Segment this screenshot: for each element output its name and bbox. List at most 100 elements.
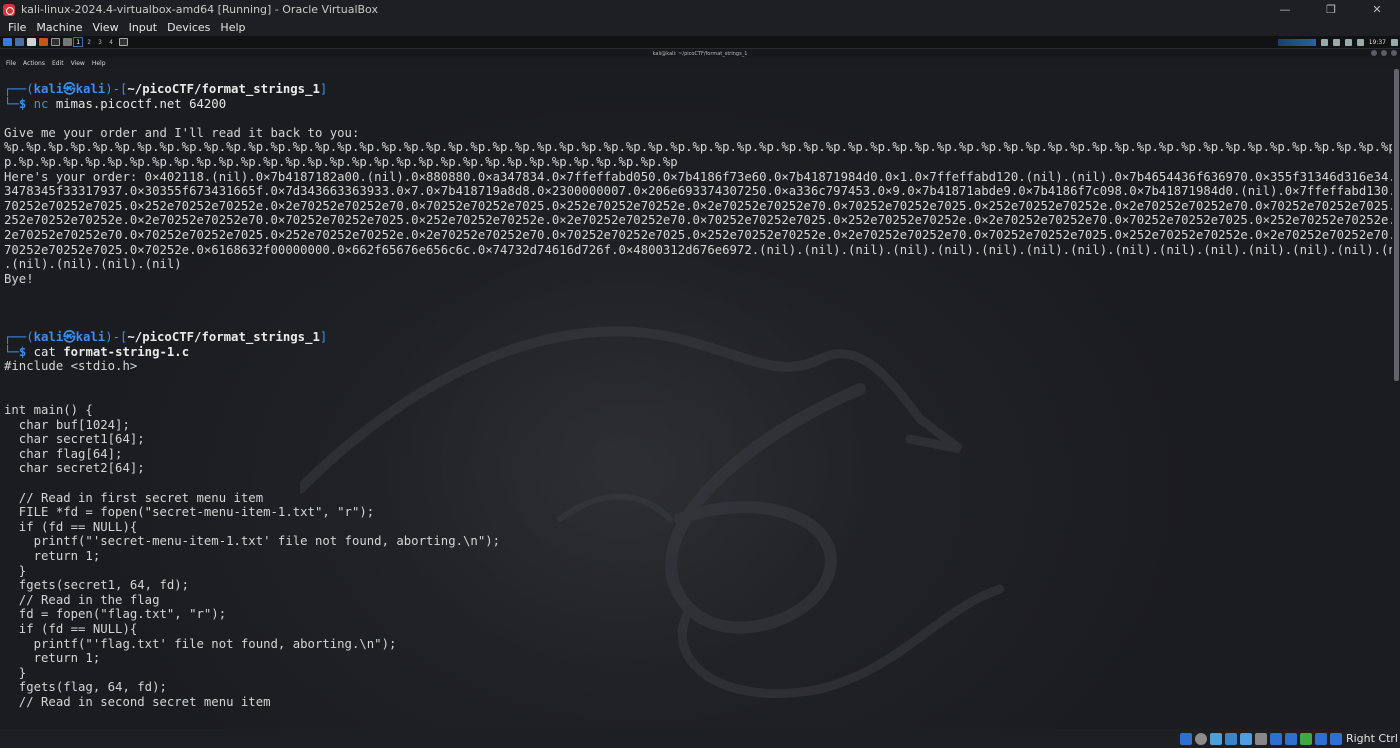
close-icon[interactable]: ✕ (1354, 0, 1400, 19)
file-manager-icon[interactable] (27, 38, 36, 46)
output-line: Bye! (4, 271, 34, 286)
status-icons (1179, 732, 1342, 745)
terminal-window-controls (1371, 50, 1397, 56)
terminal-menu-help[interactable]: Help (92, 60, 106, 67)
source-line: fgets(secret1, 64, fd); (4, 578, 190, 593)
source-line: } (4, 665, 27, 680)
panel-clock[interactable]: 19:37 (1369, 39, 1386, 46)
panel-dropdown-icon[interactable] (63, 38, 72, 46)
taskbar-terminal-icon[interactable] (119, 38, 128, 46)
source-line: fgets(flag, 64, fd); (4, 680, 167, 695)
source-line: char flag[64]; (4, 446, 123, 461)
show-desktop-icon[interactable] (15, 38, 24, 46)
menu-machine[interactable]: Machine (31, 21, 87, 34)
host-key-label: Right Ctrl (1345, 732, 1398, 745)
storage-icon[interactable] (1179, 732, 1192, 745)
source-line (4, 388, 1392, 403)
source-line: return 1; (4, 651, 101, 666)
prompt-user: kali (33, 330, 64, 345)
recording-icon[interactable] (1284, 732, 1297, 745)
command-args: mimas.picoctf.net 64200 (48, 96, 227, 111)
terminal-menu-edit[interactable]: Edit (52, 60, 64, 67)
terminal-menu-actions[interactable]: Actions (23, 60, 45, 67)
terminal-launcher-icon[interactable] (51, 38, 60, 46)
cpu-activity-icon[interactable] (1299, 732, 1312, 745)
terminal-menu-file[interactable]: File (6, 60, 16, 67)
terminal-menu-view[interactable]: View (71, 60, 85, 67)
firefox-icon[interactable] (39, 38, 48, 46)
prompt-close: ] (319, 330, 328, 345)
terminal-menu-bar: File Actions Edit View Help (0, 58, 1400, 69)
menu-help[interactable]: Help (215, 21, 250, 34)
prompt-host: kali (75, 330, 106, 345)
source-line (4, 476, 1392, 491)
guest-top-panel: 1 2 3 4 19:37 (0, 36, 1400, 49)
output-line: p.%p.%p.%p.%p.%p.%p.%p.%p.%p.%p.%p.%p.%p… (4, 154, 678, 169)
cpu-graph (1277, 38, 1316, 46)
bell-icon[interactable] (1332, 38, 1340, 46)
prompt-corner: ┌──( (4, 82, 34, 96)
display-icon[interactable] (1320, 38, 1328, 46)
source-line: #include <stdio.h> (4, 359, 138, 374)
terminal-maximize-icon[interactable] (1381, 50, 1387, 56)
prompt-cwd: ~/picoCTF/format_strings_1 (127, 82, 320, 96)
menu-devices[interactable]: Devices (162, 21, 215, 34)
prompt-corner: └─ (4, 344, 19, 359)
menu-input[interactable]: Input (124, 21, 162, 34)
terminal-scrollbar[interactable] (1394, 69, 1399, 381)
host-menu-bar: File Machine View Input Devices Help (0, 19, 1400, 36)
audio-icon[interactable] (1209, 732, 1222, 745)
command-args: format-string-1.c (63, 344, 190, 359)
terminal-minimize-icon[interactable] (1371, 50, 1377, 56)
output-line: .(nil).(nil).(nil).(nil) (4, 257, 182, 272)
terminal-title-bar: kali@kali: ~/picoCTF/format_strings_1 (0, 49, 1400, 58)
power-icon[interactable] (1391, 38, 1398, 46)
workspace-1[interactable]: 1 (73, 37, 83, 47)
menu-file[interactable]: File (3, 21, 31, 34)
output-line: Here's your order: 0×402118.(nil).0×7b41… (4, 169, 1392, 184)
network-icon[interactable] (1224, 732, 1237, 745)
workspace-3[interactable]: 3 (95, 37, 105, 47)
display-status-icon[interactable] (1269, 732, 1282, 745)
terminal-close-icon[interactable] (1391, 50, 1397, 56)
mouse-integration-icon[interactable] (1314, 732, 1327, 745)
prompt-dollar: $ (18, 96, 34, 111)
kali-menu-icon[interactable] (3, 38, 12, 46)
shared-folders-icon[interactable] (1254, 732, 1267, 745)
volume-icon[interactable] (1344, 38, 1352, 46)
source-line: int main() { (4, 403, 93, 418)
netcat-output: Give me your order and I'll read it back… (4, 111, 1392, 330)
lock-icon[interactable] (1356, 38, 1364, 46)
output-line: 70252e70252e7025.0×70252e.0×6168632f0000… (4, 242, 1392, 257)
workspace-4[interactable]: 4 (106, 37, 116, 47)
terminal-window-title: kali@kali: ~/picoCTF/format_strings_1 (652, 50, 748, 57)
prompt-corner: ┌──( (4, 330, 34, 345)
workspace-2[interactable]: 2 (84, 37, 94, 47)
source-line: FILE *fd = fopen("secret-menu-item-1.txt… (4, 505, 375, 520)
menu-view[interactable]: View (87, 21, 123, 34)
source-line (4, 374, 1392, 389)
prompt-at: ㉿ (63, 82, 76, 96)
optical-drive-icon[interactable] (1194, 732, 1207, 745)
restore-icon[interactable]: ❐ (1308, 0, 1354, 19)
source-line: // Read in the flag (4, 592, 160, 607)
source-line: // Read in first secret menu item (4, 490, 264, 505)
source-line: } (4, 563, 27, 578)
output-line: 252e70252e70252e.0×2e70252e70252e70.0×70… (4, 213, 1392, 228)
minimize-icon[interactable]: — (1262, 0, 1308, 19)
prompt-corner: └─ (4, 96, 19, 111)
keyboard-capture-icon[interactable] (1329, 732, 1342, 745)
prompt-separator: )-[ (105, 330, 128, 345)
command-name: cat (33, 344, 56, 359)
usb-icon[interactable] (1239, 732, 1252, 745)
source-line: printf("'flag.txt' file not found, abort… (4, 636, 397, 651)
terminal-output[interactable]: ┌──(kali㉿kali)-[~/picoCTF/format_strings… (0, 69, 1400, 729)
source-line: char secret2[64]; (4, 461, 145, 476)
prompt-separator: )-[ (105, 82, 128, 96)
prompt-user: kali (33, 82, 64, 96)
command-name: nc (33, 96, 49, 111)
